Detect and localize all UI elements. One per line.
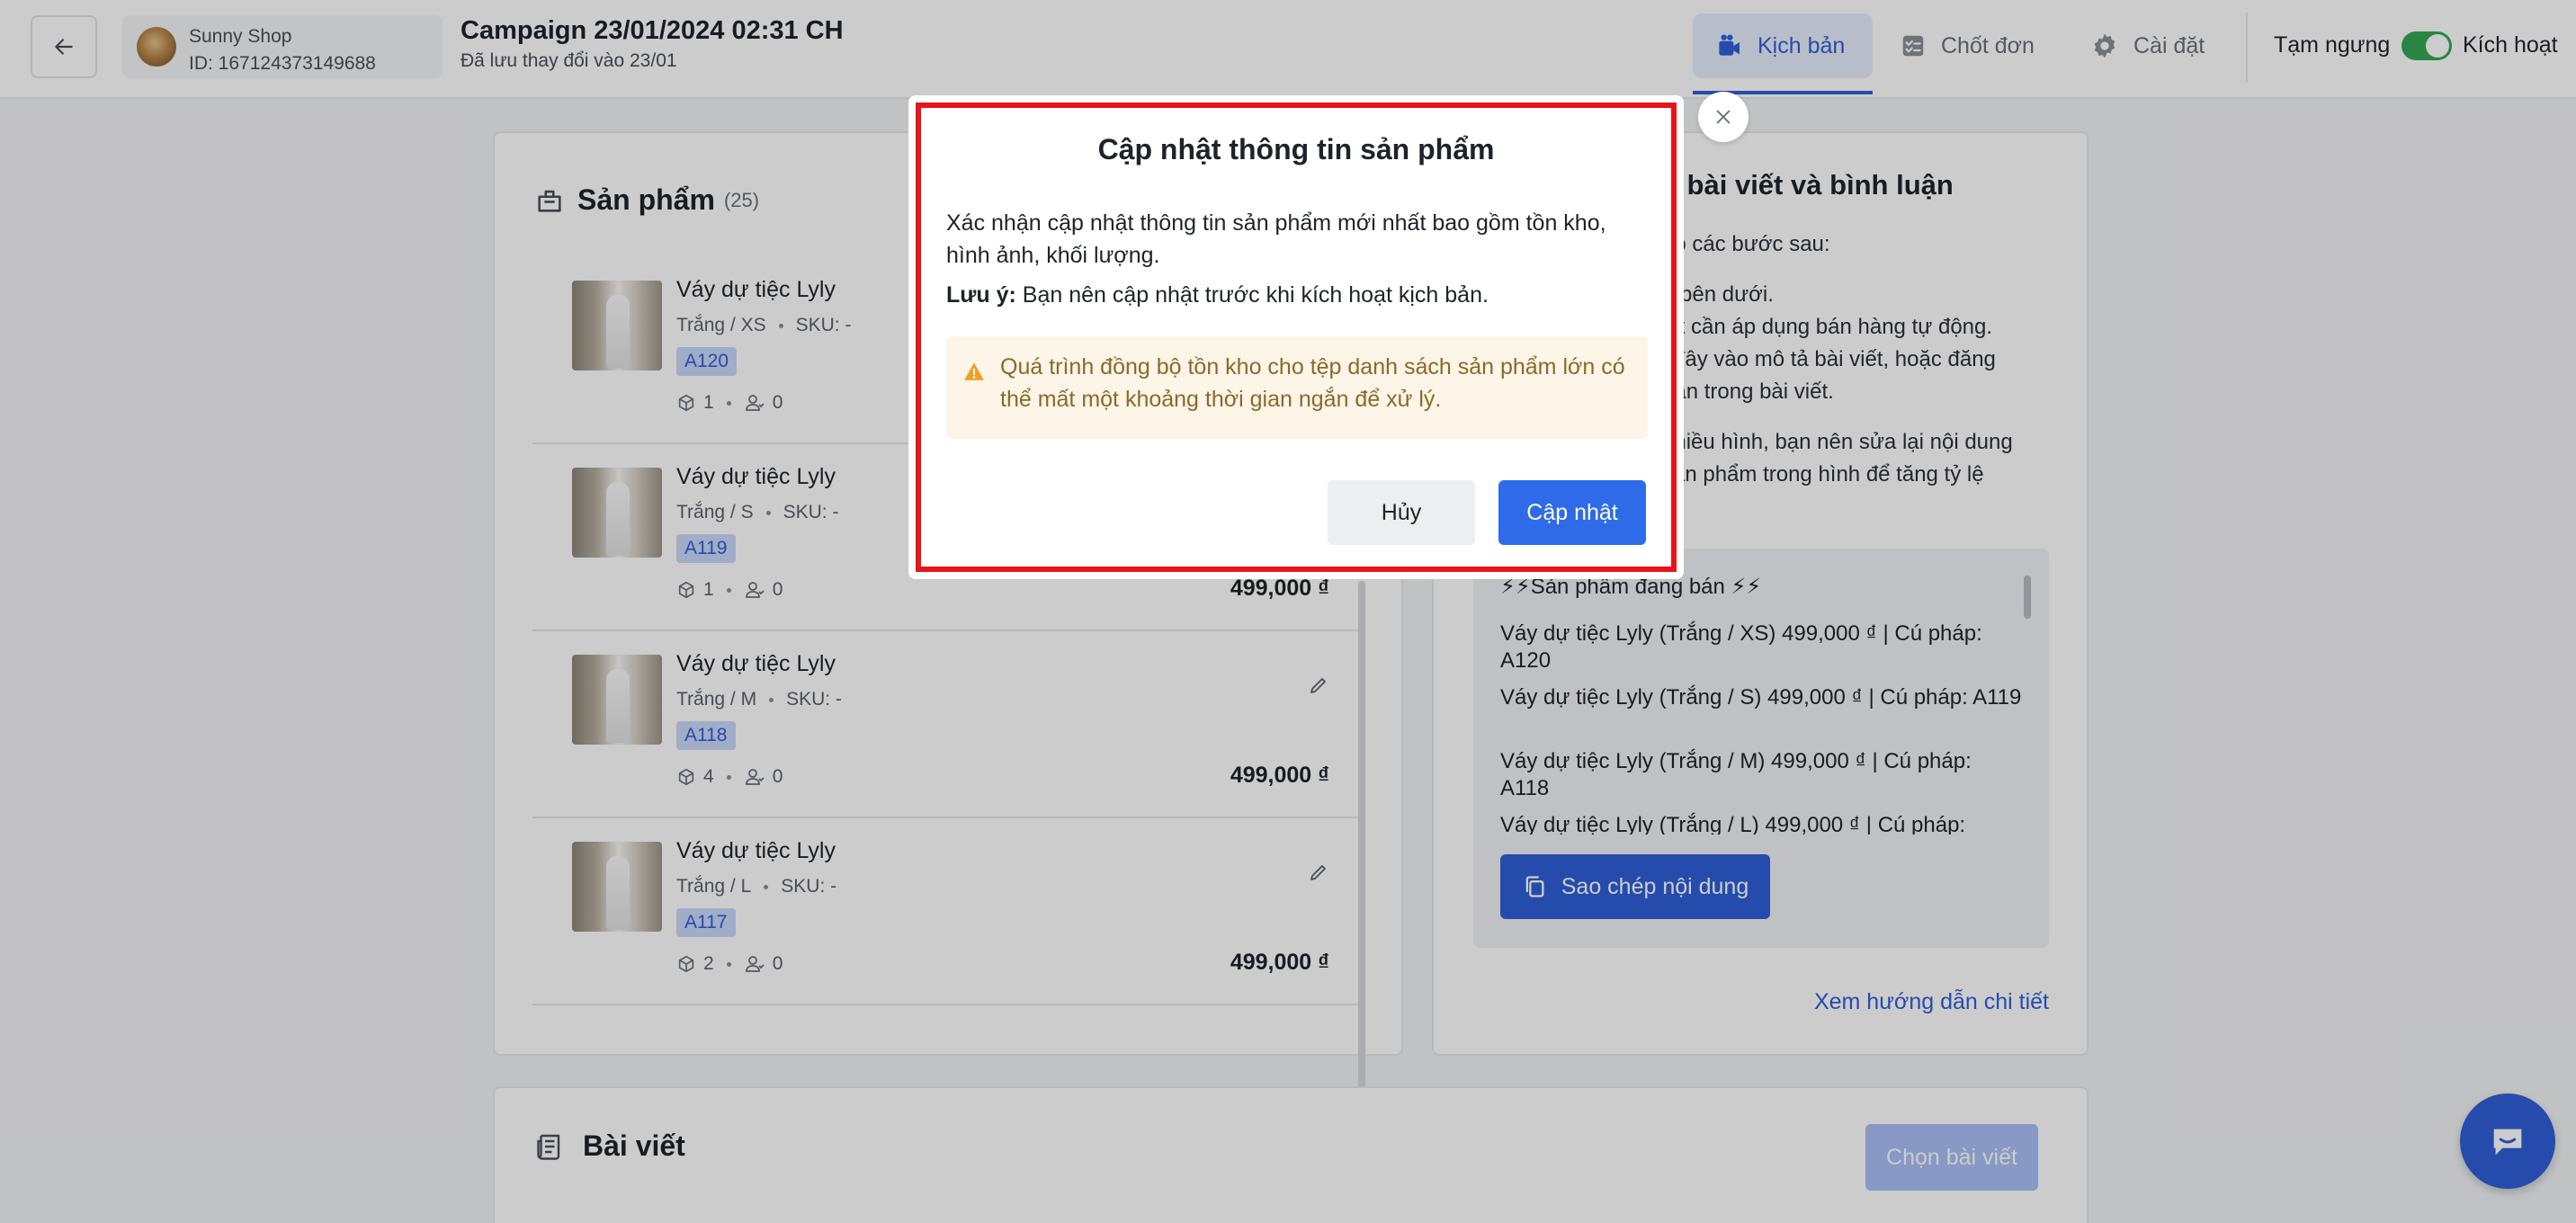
warning-icon [964, 362, 984, 380]
modal-note: Lưu ý: Bạn nên cập nhật trước khi kích h… [946, 279, 1648, 311]
close-modal-button[interactable] [1698, 92, 1749, 142]
update-product-modal: Cập nhật thông tin sản phẩm Xác nhận cập… [908, 95, 1684, 579]
close-icon [1716, 110, 1731, 124]
cancel-button[interactable]: Hủy [1328, 480, 1475, 545]
update-button[interactable]: Cập nhật [1498, 480, 1646, 545]
warning-text: Quá trình đồng bộ tồn kho cho tệp danh s… [1000, 354, 1625, 412]
warning-box: Quá trình đồng bộ tồn kho cho tệp danh s… [946, 336, 1648, 439]
note-label: Lưu ý: [946, 282, 1016, 308]
modal-description: Xác nhận cập nhật thông tin sản phẩm mới… [946, 210, 1606, 268]
modal-title: Cập nhật thông tin sản phẩm [1097, 133, 1495, 165]
note-text: Bạn nên cập nhật trước khi kích hoạt kịc… [1015, 282, 1489, 308]
